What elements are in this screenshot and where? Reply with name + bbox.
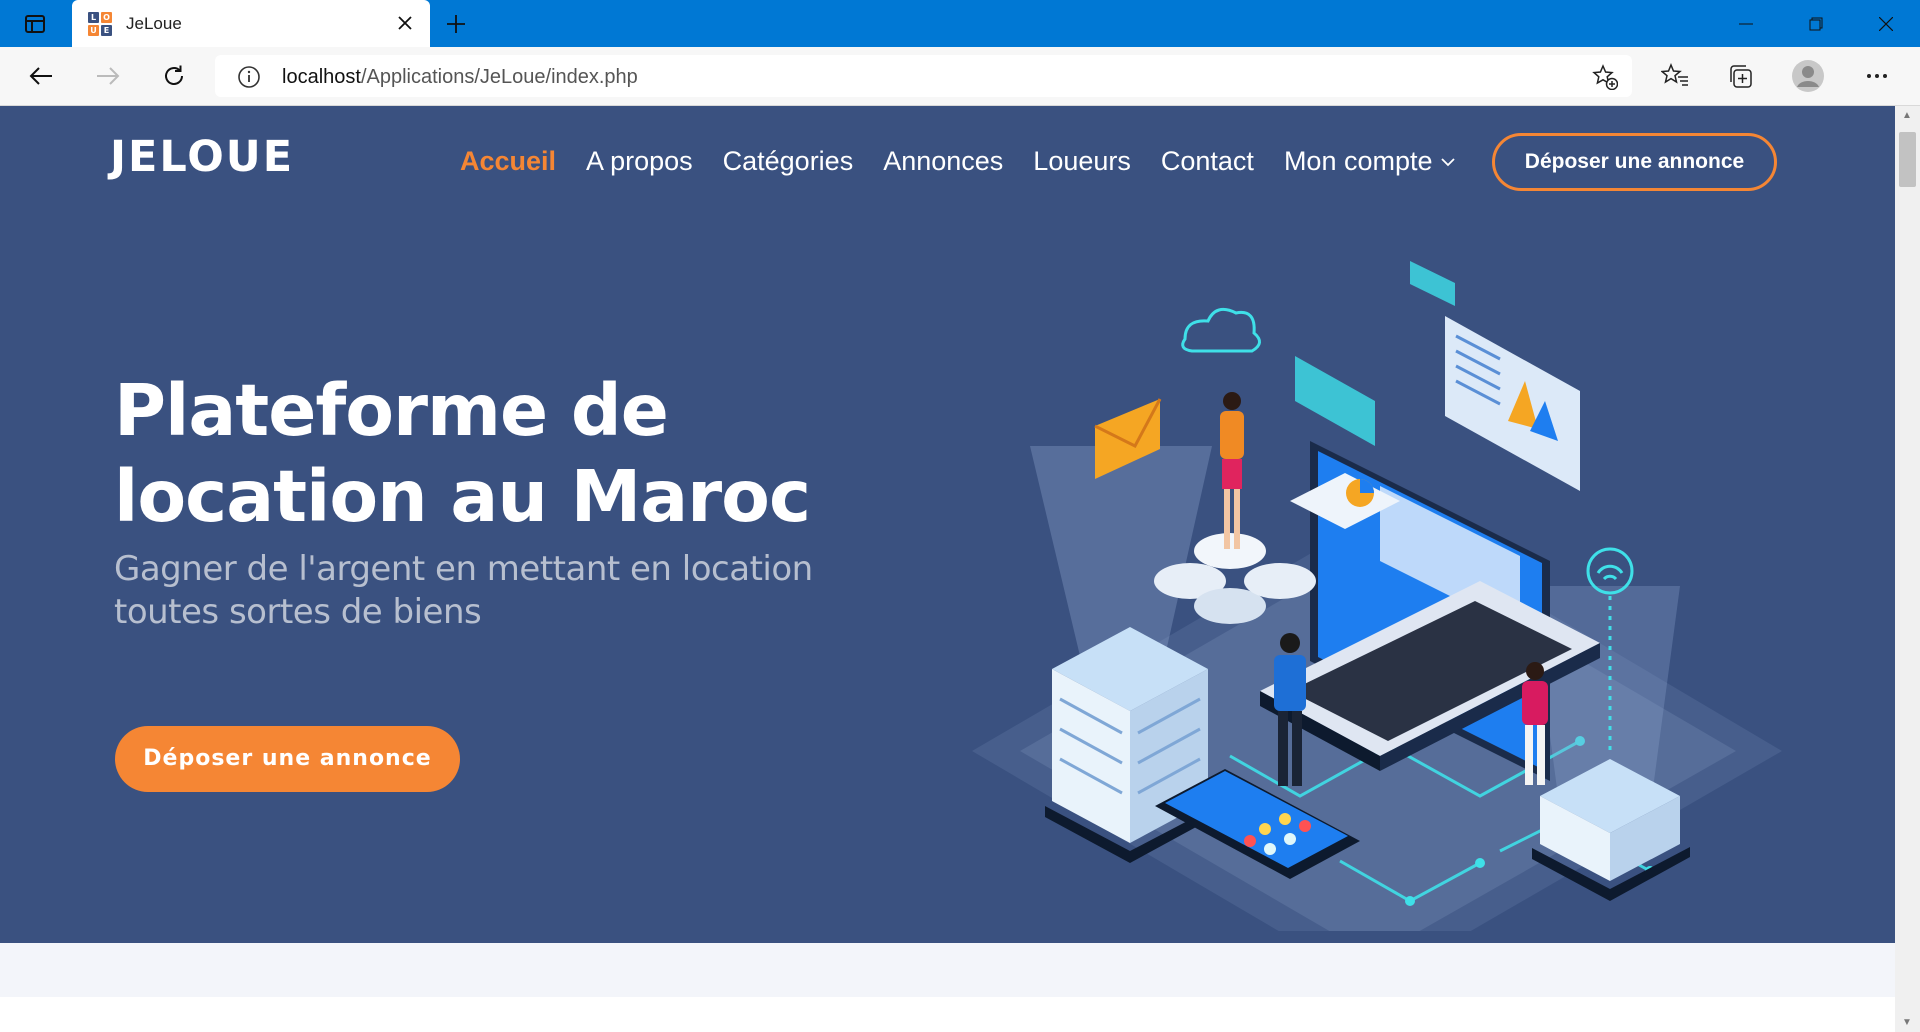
close-window-button[interactable] (1852, 0, 1920, 47)
favicon-letter: O (101, 12, 112, 23)
collections-button[interactable] (1721, 58, 1759, 94)
tab-actions-icon (25, 15, 45, 33)
jeloue-favicon-icon: L O U E (88, 12, 112, 36)
person-woman-orange-icon (1220, 392, 1244, 549)
page-viewport: JELOUE Accueil A propos Catégories Annon… (0, 106, 1895, 1032)
favorites-icon (1661, 63, 1688, 86)
settings-more-button[interactable] (1858, 58, 1896, 94)
restore-button[interactable] (1782, 0, 1850, 47)
collections-icon (1730, 65, 1752, 88)
url-text[interactable]: localhost/Applications/JeLoue/index.php (282, 66, 638, 89)
nav-item-label: Mon compte (1283, 146, 1433, 176)
star-plus-icon[interactable] (1592, 64, 1618, 90)
back-button[interactable] (22, 58, 60, 94)
forward-arrow-icon (97, 67, 120, 85)
hero-section: JELOUE Accueil A propos Catégories Annon… (0, 106, 1895, 943)
minimize-button[interactable] (1712, 0, 1780, 47)
refresh-icon (165, 65, 183, 85)
url-host: localhost (282, 66, 361, 88)
tab-title: JeLoue (126, 14, 182, 33)
cloud-icon (1181, 307, 1261, 353)
hero-title: Plateforme de location au Maroc (114, 369, 811, 538)
nav-item-contact[interactable]: Contact (1161, 148, 1254, 175)
nav-item-annonces[interactable]: Annonces (883, 148, 1003, 175)
main-nav: Accueil A propos Catégories Annonces Lou… (460, 148, 1455, 175)
profile-button[interactable] (1789, 58, 1827, 94)
favicon-letter: L (88, 12, 99, 23)
site-logo[interactable]: JELOUE (110, 136, 294, 179)
scroll-down-icon[interactable]: ▼ (1902, 1017, 1912, 1028)
browser-tab-bar: L O U E JeLoue (0, 0, 1920, 47)
favicon-letter: E (101, 25, 112, 36)
favicon-letter: U (88, 25, 99, 36)
info-icon[interactable] (237, 65, 261, 89)
plus-icon (447, 15, 465, 33)
nav-item-loueurs[interactable]: Loueurs (1033, 148, 1131, 175)
nav-item-accueil[interactable]: Accueil (460, 148, 556, 175)
close-icon (398, 16, 412, 30)
next-section-band (0, 943, 1895, 997)
minimize-icon (1739, 23, 1753, 24)
nav-item-mon-compte[interactable]: Mon compte (1284, 148, 1455, 175)
back-arrow-icon (29, 67, 52, 85)
chevron-down-icon (1440, 158, 1455, 167)
profile-icon (1792, 60, 1824, 92)
more-icon (1867, 74, 1887, 78)
forward-button[interactable] (89, 58, 127, 94)
server-rack-icon (1045, 627, 1220, 863)
close-icon (1879, 16, 1893, 31)
url-path: /Applications/JeLoue/index.php (360, 66, 638, 88)
nav-item-a-propos[interactable]: A propos (586, 148, 693, 175)
scroll-up-icon[interactable]: ▲ (1902, 110, 1912, 121)
address-bar-row: localhost/Applications/JeLoue/index.php (0, 47, 1920, 106)
page-scrollbar[interactable]: ▲ ▼ (1895, 106, 1920, 1032)
scrollbar-thumb[interactable] (1899, 132, 1916, 187)
nav-item-categories[interactable]: Catégories (723, 148, 854, 175)
favorites-button[interactable] (1656, 58, 1694, 94)
hero-post-ad-button[interactable]: Déposer une annonce (115, 726, 460, 792)
close-tab-button[interactable] (392, 10, 418, 36)
hero-illustration (972, 261, 1782, 931)
restore-icon (1809, 17, 1823, 30)
hero-subtitle: Gagner de l'argent en mettant en locatio… (114, 549, 813, 632)
tab-actions-button[interactable] (18, 10, 52, 38)
address-bar[interactable]: localhost/Applications/JeLoue/index.php (215, 55, 1632, 97)
browser-tab[interactable]: L O U E JeLoue (72, 0, 430, 47)
document-panel-icon (1445, 316, 1580, 491)
refresh-button[interactable] (155, 58, 193, 94)
header-post-ad-button[interactable]: Déposer une annonce (1492, 133, 1777, 191)
new-tab-button[interactable] (440, 8, 472, 40)
